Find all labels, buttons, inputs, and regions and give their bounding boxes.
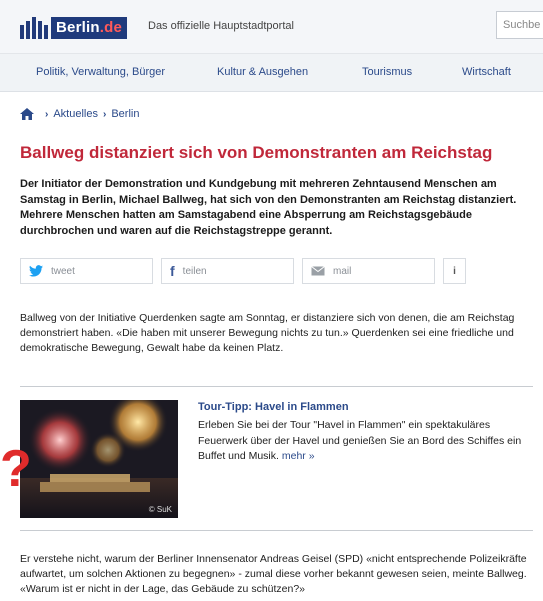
twitter-icon xyxy=(29,265,43,277)
mail-icon xyxy=(311,266,325,276)
share-facebook-label: teilen xyxy=(182,265,207,277)
site-logo[interactable]: Berlin.de xyxy=(20,13,127,39)
fireworks-image xyxy=(20,400,178,518)
nav-item-tourismus[interactable]: Tourismus xyxy=(362,66,412,78)
home-icon[interactable] xyxy=(20,108,34,120)
share-facebook-button[interactable]: f teilen xyxy=(161,258,294,284)
breadcrumb: › Aktuelles › Berlin xyxy=(20,108,139,120)
tweet-button[interactable]: tweet xyxy=(20,258,153,284)
site-header: Berlin.de Das offizielle Hauptstadtporta… xyxy=(0,0,543,54)
mail-label: mail xyxy=(333,265,352,277)
page-title: Ballweg distanziert sich von Demonstrant… xyxy=(20,143,493,162)
search-input[interactable]: Suchbe xyxy=(496,11,543,39)
logo-bars-icon xyxy=(20,17,48,39)
info-icon: i xyxy=(453,265,456,277)
promo-text: Erleben Sie bei der Tour "Havel in Flamm… xyxy=(198,418,528,465)
chevron-right-icon: › xyxy=(45,108,49,120)
main-nav: Politik, Verwaltung, Bürger Kultur & Aus… xyxy=(0,54,543,92)
nav-item-politik[interactable]: Politik, Verwaltung, Bürger xyxy=(36,66,165,78)
promo-body: Erleben Sie bei der Tour "Havel in Flamm… xyxy=(198,419,522,462)
divider xyxy=(20,386,533,387)
breadcrumb-item-aktuelles[interactable]: Aktuelles xyxy=(53,108,98,120)
nav-item-kultur[interactable]: Kultur & Ausgehen xyxy=(217,66,308,78)
question-mark-overlay: ? xyxy=(0,440,32,498)
info-button[interactable]: i xyxy=(443,258,466,284)
breadcrumb-item-berlin[interactable]: Berlin xyxy=(111,108,139,120)
more-link[interactable]: mehr » xyxy=(282,450,315,462)
nav-item-wirtschaft[interactable]: Wirtschaft xyxy=(462,66,511,78)
divider xyxy=(20,530,533,531)
article-paragraph: Er verstehe nicht, warum der Berliner In… xyxy=(20,553,527,595)
article-paragraph: Ballweg von der Initiative Querdenken sa… xyxy=(20,312,515,354)
tweet-label: tweet xyxy=(51,265,75,277)
site-tagline: Das offizielle Hauptstadtportal xyxy=(148,20,294,32)
article-lead: Der Initiator der Demonstration und Kund… xyxy=(20,178,517,237)
promo-image[interactable]: © SuK xyxy=(20,400,178,518)
facebook-icon: f xyxy=(170,263,175,279)
image-credit: © SuK xyxy=(148,505,172,514)
logo-wordmark: Berlin.de xyxy=(51,17,127,39)
mail-button[interactable]: mail xyxy=(302,258,435,284)
chevron-right-icon: › xyxy=(102,108,107,120)
promo-title[interactable]: Tour-Tipp: Havel in Flammen xyxy=(198,401,349,413)
